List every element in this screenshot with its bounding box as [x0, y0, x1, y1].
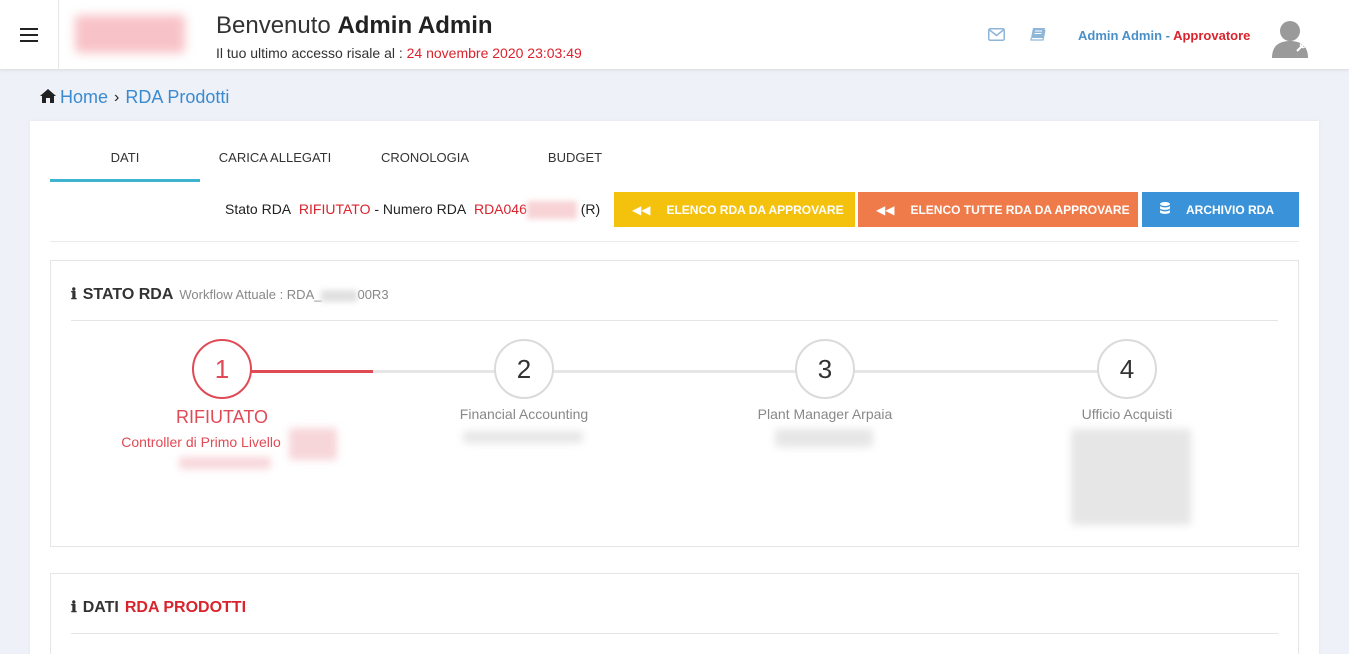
numero-label: - Numero RDA [374, 201, 467, 217]
workflow-step-3: 3 [795, 339, 855, 399]
workflow-step-1-label: RIFIUTATO [176, 407, 268, 427]
redacted-block [775, 429, 873, 447]
user-role: Approvatore [1173, 28, 1251, 43]
home-icon[interactable] [40, 87, 56, 108]
dati-rda-title: ℹ DATI RDA PRODOTTI [71, 598, 246, 617]
top-header: Benvenuto Admin Admin Il tuo ultimo acce… [0, 0, 1349, 70]
workflow-redacted [321, 289, 358, 302]
envelope-icon[interactable] [987, 25, 1005, 43]
database-icon [1160, 202, 1170, 217]
info-icon: ℹ [71, 598, 77, 616]
elenco-tutte-rda-button[interactable]: ◀◀ ELENCO TUTTE RDA DA APPROVARE [858, 192, 1138, 227]
button-label: ARCHIVIO RDA [1186, 202, 1275, 217]
tab-bar: DATI CARICA ALLEGATI CRONOLOGIA BUDGET [50, 141, 650, 182]
divider [50, 241, 1299, 242]
user-menu[interactable]: Admin Admin - Approvatore [1078, 28, 1250, 43]
book-icon[interactable] [1029, 25, 1047, 43]
workflow-step-3-label: Plant Manager Arpaia [757, 406, 893, 422]
info-icon: ℹ [71, 285, 77, 303]
stato-value: RIFIUTATO [298, 201, 371, 217]
last-access-line: Il tuo ultimo accesso risale al : 24 nov… [216, 45, 582, 61]
last-access-date: 24 novembre 2020 23:03:49 [406, 45, 582, 61]
progress-track [553, 370, 805, 373]
user-name: Admin Admin [1078, 28, 1163, 43]
redacted-block [179, 457, 271, 469]
breadcrumb-current[interactable]: RDA Prodotti [125, 87, 229, 108]
redacted-block [289, 428, 337, 460]
panel-divider [71, 320, 1278, 321]
button-label: ELENCO TUTTE RDA DA APPROVARE [910, 202, 1130, 217]
tab-budget[interactable]: BUDGET [500, 141, 650, 182]
progress-track-rejected [251, 370, 373, 373]
workflow-label: Workflow Attuale : RDA_ 00R3 [179, 287, 389, 302]
panel-title-text: DATI [82, 599, 119, 616]
breadcrumb-chevron-icon: › [114, 88, 120, 106]
user-avatar-icon[interactable] [1270, 18, 1310, 58]
stato-rda-title: ℹ STATO RDA Workflow Attuale : RDA_ 00R3 [71, 285, 389, 304]
breadcrumb: Home › RDA Prodotti [40, 87, 229, 108]
tab-cronologia[interactable]: CRONOLOGIA [350, 141, 500, 182]
panel-divider [71, 633, 1278, 634]
numero-value: RDA046 [473, 201, 527, 217]
tab-carica-allegati[interactable]: CARICA ALLEGATI [200, 141, 350, 182]
workflow-step-4: 4 [1097, 339, 1157, 399]
last-access-label: Il tuo ultimo accesso risale al : [216, 45, 403, 61]
workflow-step-4-label: Ufficio Acquisti [1081, 406, 1173, 422]
workflow-step-2: 2 [494, 339, 554, 399]
tab-dati[interactable]: DATI [50, 141, 200, 182]
elenco-rda-da-approvare-button[interactable]: ◀◀ ELENCO RDA DA APPROVARE [614, 192, 855, 227]
redacted-block [1071, 429, 1191, 525]
welcome-prefix: Benvenuto [216, 12, 331, 39]
workflow-step-2-label: Financial Accounting [459, 406, 589, 422]
company-logo [75, 15, 185, 53]
menu-icon[interactable] [0, 0, 59, 70]
button-label: ELENCO RDA DA APPROVARE [666, 202, 844, 217]
progress-track [855, 370, 1107, 373]
progress-track [373, 370, 503, 373]
dati-rda-panel: ℹ DATI RDA PRODOTTI [50, 573, 1299, 654]
redacted-block [463, 431, 583, 443]
archivio-rda-button[interactable]: ARCHIVIO RDA [1142, 192, 1299, 227]
fast-backward-icon: ◀◀ [632, 202, 651, 217]
stato-label: Stato RDA [225, 201, 292, 217]
rda-status-line: Stato RDA RIFIUTATO - Numero RDA RDA046 … [225, 201, 601, 220]
fast-backward-icon: ◀◀ [876, 202, 895, 217]
main-card: DATI CARICA ALLEGATI CRONOLOGIA BUDGET S… [30, 121, 1319, 654]
welcome-user-name: Admin Admin [337, 12, 493, 39]
panel-title-highlight: RDA PRODOTTI [124, 599, 247, 616]
numero-suffix: (R) [580, 201, 601, 217]
panel-title-text: STATO RDA [82, 286, 174, 303]
user-separator: - [1162, 28, 1174, 43]
workflow-step-1: 1 [192, 339, 252, 399]
numero-redacted [526, 201, 577, 220]
breadcrumb-home-link[interactable]: Home [60, 87, 108, 108]
stato-rda-panel: ℹ STATO RDA Workflow Attuale : RDA_ 00R3 … [50, 260, 1299, 547]
welcome-title: Benvenuto Admin Admin [216, 12, 493, 40]
